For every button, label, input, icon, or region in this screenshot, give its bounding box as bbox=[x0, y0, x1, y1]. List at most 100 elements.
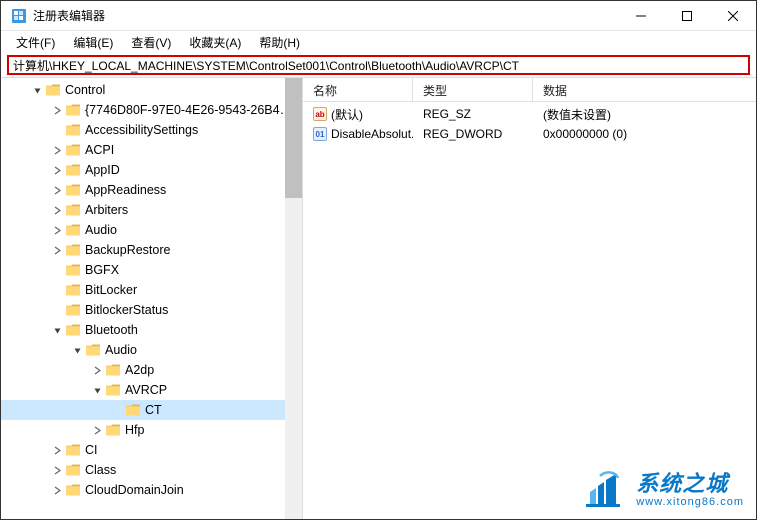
folder-icon bbox=[65, 463, 81, 477]
tree-item-label: ACPI bbox=[85, 143, 114, 157]
value-name: DisableAbsolut... bbox=[331, 127, 413, 141]
address-bar[interactable]: 计算机\HKEY_LOCAL_MACHINE\SYSTEM\ControlSet… bbox=[7, 55, 750, 75]
expander-none bbox=[51, 124, 63, 136]
value-data: 0x00000000 (0) bbox=[533, 127, 733, 141]
tree-scroll-thumb[interactable] bbox=[285, 78, 302, 198]
folder-icon bbox=[125, 403, 141, 417]
folder-icon bbox=[65, 183, 81, 197]
tree-item-label: AVRCP bbox=[125, 383, 167, 397]
folder-icon bbox=[65, 103, 81, 117]
col-name[interactable]: 名称 bbox=[303, 78, 413, 101]
chevron-right-icon[interactable] bbox=[51, 144, 63, 156]
tree-item[interactable]: BGFX bbox=[1, 260, 302, 280]
folder-icon bbox=[65, 243, 81, 257]
tree-item[interactable]: A2dp bbox=[1, 360, 302, 380]
chevron-right-icon[interactable] bbox=[51, 244, 63, 256]
chevron-down-icon[interactable] bbox=[71, 344, 83, 356]
tree-item-label: BackupRestore bbox=[85, 243, 170, 257]
close-button[interactable] bbox=[710, 1, 756, 31]
tree-item-label: Arbiters bbox=[85, 203, 128, 217]
chevron-right-icon[interactable] bbox=[51, 164, 63, 176]
chevron-right-icon[interactable] bbox=[91, 364, 103, 376]
expander-none bbox=[51, 264, 63, 276]
tree-item[interactable]: AccessibilitySettings bbox=[1, 120, 302, 140]
chevron-right-icon[interactable] bbox=[51, 184, 63, 196]
tree-item[interactable]: BitLocker bbox=[1, 280, 302, 300]
tree-item-label: Bluetooth bbox=[85, 323, 138, 337]
folder-icon bbox=[65, 163, 81, 177]
tree-item[interactable]: BackupRestore bbox=[1, 240, 302, 260]
tree-item[interactable]: CI bbox=[1, 440, 302, 460]
expander-none bbox=[111, 404, 123, 416]
tree-item[interactable]: Hfp bbox=[1, 420, 302, 440]
tree-item-label: CloudDomainJoin bbox=[85, 483, 184, 497]
menu-edit[interactable]: 编辑(E) bbox=[64, 32, 122, 53]
col-type[interactable]: 类型 bbox=[413, 78, 533, 101]
menu-view[interactable]: 查看(V) bbox=[122, 32, 180, 53]
chevron-right-icon[interactable] bbox=[51, 204, 63, 216]
folder-icon bbox=[65, 483, 81, 497]
app-icon bbox=[11, 8, 27, 24]
tree-item-label: {7746D80F-97E0-4E26-9543-26B4… bbox=[85, 103, 292, 117]
tree-item-label: A2dp bbox=[125, 363, 154, 377]
expander-none bbox=[51, 284, 63, 296]
menu-help[interactable]: 帮助(H) bbox=[250, 32, 309, 53]
menubar: 文件(F) 编辑(E) 查看(V) 收藏夹(A) 帮助(H) bbox=[1, 31, 756, 53]
chevron-right-icon[interactable] bbox=[51, 484, 63, 496]
tree-item[interactable]: {7746D80F-97E0-4E26-9543-26B4… bbox=[1, 100, 302, 120]
tree-item[interactable]: Arbiters bbox=[1, 200, 302, 220]
folder-icon bbox=[85, 343, 101, 357]
tree-item[interactable]: CloudDomainJoin bbox=[1, 480, 302, 500]
chevron-down-icon[interactable] bbox=[51, 324, 63, 336]
maximize-button[interactable] bbox=[664, 1, 710, 31]
titlebar: 注册表编辑器 bbox=[1, 1, 756, 31]
chevron-right-icon[interactable] bbox=[51, 444, 63, 456]
value-data: (数值未设置) bbox=[533, 106, 733, 123]
tree-item-label: CT bbox=[145, 403, 162, 417]
folder-icon bbox=[105, 423, 121, 437]
content: Control {7746D80F-97E0-4E26-9543-26B4… Acc… bbox=[1, 77, 756, 519]
menu-file[interactable]: 文件(F) bbox=[7, 32, 64, 53]
folder-icon bbox=[65, 123, 81, 137]
tree-item[interactable]: BitlockerStatus bbox=[1, 300, 302, 320]
folder-icon bbox=[65, 283, 81, 297]
tree-item-label: BitlockerStatus bbox=[85, 303, 168, 317]
tree-item[interactable]: Control bbox=[1, 80, 302, 100]
minimize-button[interactable] bbox=[618, 1, 664, 31]
tree-item[interactable]: Class bbox=[1, 460, 302, 480]
chevron-right-icon[interactable] bbox=[91, 424, 103, 436]
chevron-down-icon[interactable] bbox=[91, 384, 103, 396]
tree-scrollbar[interactable] bbox=[285, 78, 302, 519]
registry-tree[interactable]: Control {7746D80F-97E0-4E26-9543-26B4… Acc… bbox=[1, 78, 302, 502]
tree-item[interactable]: ACPI bbox=[1, 140, 302, 160]
tree-item[interactable]: Audio bbox=[1, 220, 302, 240]
tree-item[interactable]: AppReadiness bbox=[1, 180, 302, 200]
menu-favorites[interactable]: 收藏夹(A) bbox=[180, 32, 250, 53]
list-body: ab(默认)REG_SZ(数值未设置) 01 DisableAbsolut...RE… bbox=[303, 102, 756, 146]
tree-item-label: Audio bbox=[105, 343, 137, 357]
dword-value-icon: 01 bbox=[313, 127, 327, 141]
tree-item-label: AccessibilitySettings bbox=[85, 123, 198, 137]
value-row[interactable]: 01 DisableAbsolut...REG_DWORD0x00000000 (… bbox=[303, 124, 756, 144]
tree-item[interactable]: AppID bbox=[1, 160, 302, 180]
tree-item-label: BitLocker bbox=[85, 283, 137, 297]
value-row[interactable]: ab(默认)REG_SZ(数值未设置) bbox=[303, 104, 756, 124]
value-type: REG_SZ bbox=[413, 107, 533, 121]
tree-item-label: Hfp bbox=[125, 423, 144, 437]
tree-pane: Control {7746D80F-97E0-4E26-9543-26B4… Acc… bbox=[1, 78, 303, 519]
folder-icon bbox=[105, 383, 121, 397]
chevron-right-icon[interactable] bbox=[51, 104, 63, 116]
chevron-right-icon[interactable] bbox=[51, 224, 63, 236]
col-data[interactable]: 数据 bbox=[533, 78, 733, 101]
tree-item[interactable]: CT bbox=[1, 400, 302, 420]
value-type: REG_DWORD bbox=[413, 127, 533, 141]
folder-icon bbox=[65, 143, 81, 157]
chevron-right-icon[interactable] bbox=[51, 464, 63, 476]
tree-item-label: Control bbox=[65, 83, 105, 97]
tree-item-label: AppReadiness bbox=[85, 183, 166, 197]
list-header: 名称 类型 数据 bbox=[303, 78, 756, 102]
tree-item[interactable]: AVRCP bbox=[1, 380, 302, 400]
tree-item[interactable]: Bluetooth bbox=[1, 320, 302, 340]
tree-item[interactable]: Audio bbox=[1, 340, 302, 360]
chevron-down-icon[interactable] bbox=[31, 84, 43, 96]
